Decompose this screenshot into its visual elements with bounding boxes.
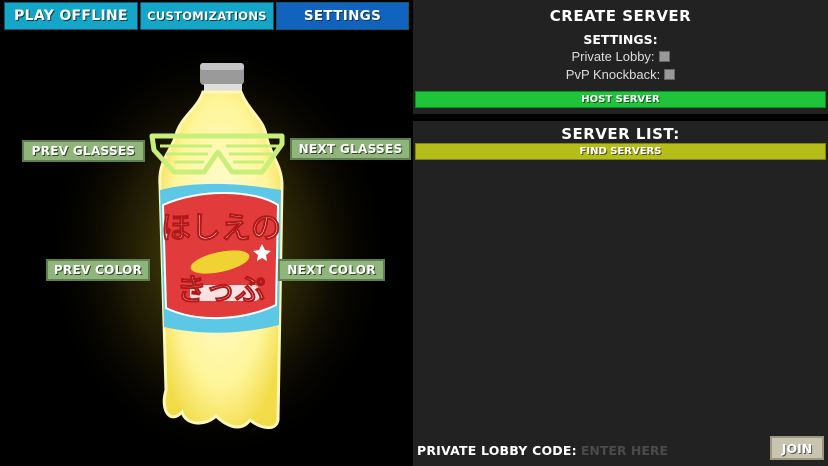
bottle-label-line1: ほしえの [161, 211, 281, 246]
tab-customizations[interactable]: CUSTOMIZATIONS [140, 2, 274, 30]
next-glasses-button[interactable]: NEXT GLASSES [290, 138, 411, 160]
create-server-title: CREATE SERVER [549, 7, 692, 25]
private-lobby-code-row: PRIVATE LOBBY CODE: [417, 440, 751, 460]
private-lobby-option: Private Lobby: [413, 49, 828, 64]
bottle-character-svg: ほしえの きっぷ [43, 35, 393, 465]
private-lobby-code-label: PRIVATE LOBBY CODE: [417, 442, 577, 458]
main-tab-bar: PLAY OFFLINE CUSTOMIZATIONS SETTINGS [4, 2, 409, 30]
pvp-knockback-checkbox[interactable] [664, 69, 676, 80]
bottle-label: ほしえの きっぷ [160, 183, 282, 333]
join-button[interactable]: JOIN [770, 436, 824, 460]
server-list-panel: SERVER LIST: FIND SERVERS PRIVATE LOBBY … [413, 121, 828, 466]
bottle-label-line2: きっぷ [177, 273, 266, 308]
tab-settings[interactable]: SETTINGS [276, 2, 409, 30]
private-lobby-code-input[interactable] [580, 441, 751, 459]
server-list-title: SERVER LIST: [561, 125, 680, 143]
server-settings-label: SETTINGS: [583, 32, 658, 47]
pvp-knockback-option: PvP Knockback: [413, 67, 828, 82]
server-list-area[interactable] [415, 161, 826, 433]
find-servers-button[interactable]: FIND SERVERS [415, 143, 826, 160]
bottle-cap [200, 63, 244, 92]
panel-divider [413, 114, 828, 121]
create-server-panel: CREATE SERVER SETTINGS: Private Lobby: P… [413, 0, 828, 114]
prev-color-button[interactable]: PREV COLOR [46, 259, 150, 281]
private-lobby-label: Private Lobby: [571, 49, 655, 64]
private-lobby-checkbox[interactable] [658, 51, 670, 62]
next-color-button[interactable]: NEXT COLOR [278, 259, 385, 281]
host-server-button[interactable]: HOST SERVER [415, 91, 826, 108]
prev-glasses-button[interactable]: PREV GLASSES [22, 140, 145, 162]
tab-play-offline[interactable]: PLAY OFFLINE [4, 2, 138, 30]
character-preview: ほしえの きっぷ PREV GLASSES NEXT GLASSES PREV … [0, 30, 413, 466]
pvp-knockback-label: PvP Knockback: [565, 67, 661, 82]
